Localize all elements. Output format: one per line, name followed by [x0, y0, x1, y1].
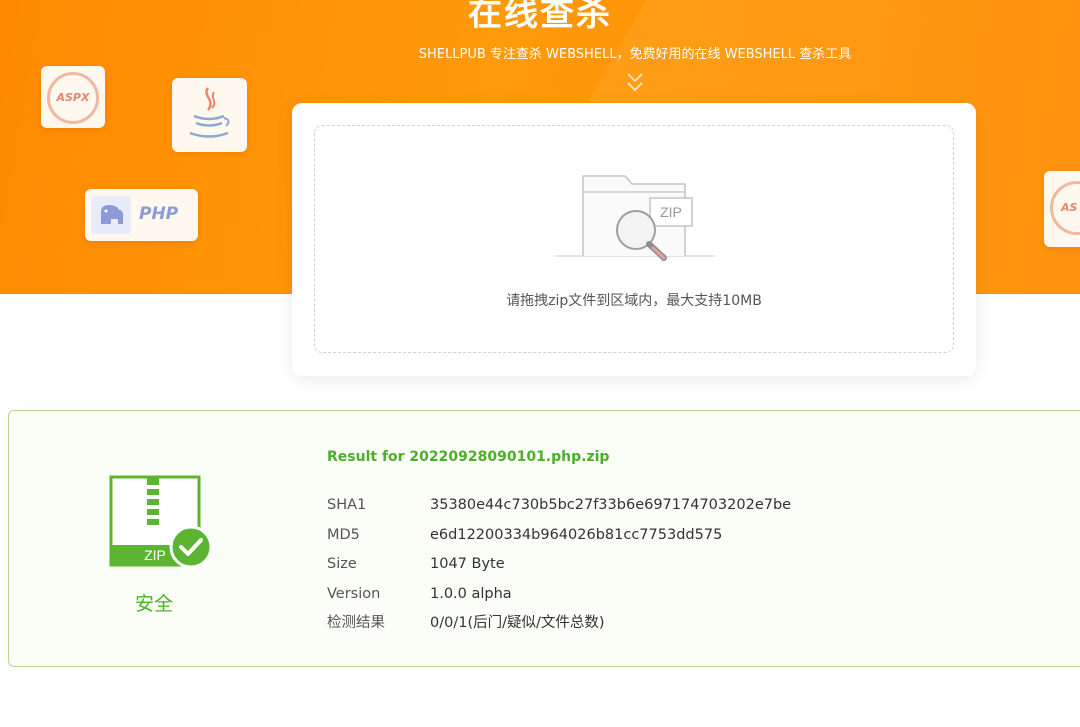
elephant-icon: [91, 196, 131, 234]
zip-folder-search-icon: ZIP: [555, 175, 715, 261]
page-title: 在线查杀: [468, 0, 612, 34]
upload-hint: 请拖拽zip文件到区域内，最大支持10MB: [506, 293, 762, 309]
info-key: MD5: [327, 526, 360, 543]
upload-card: ZIP 请拖拽zip文件到区域内，最大支持10MB: [292, 103, 976, 376]
zip-tag: ZIP: [660, 204, 682, 220]
scan-result-panel: ZIP 安全 Result for 20220928090101.php.zip…: [8, 410, 1080, 667]
info-row-size: Size 1047 Byte: [327, 550, 791, 580]
page-subtitle: SHELLPUB 专注查杀 WEBSHELL，免费好用的在线 WEBSHELL …: [418, 47, 852, 62]
file-dropzone[interactable]: ZIP 请拖拽zip文件到区域内，最大支持10MB: [314, 125, 954, 353]
check-circle-icon: [169, 525, 213, 569]
php-logo: PHP: [85, 189, 198, 241]
java-logo: [172, 78, 247, 152]
info-row-version: Version 1.0.0 alpha: [327, 580, 791, 610]
result-info-table: SHA1 35380e44c730b5bc27f33b6e697174703202…: [327, 491, 791, 639]
result-title: Result for 20220928090101.php.zip: [327, 449, 610, 465]
info-row-md5: MD5 e6d12200334b964026b81cc7753dd575: [327, 521, 791, 551]
aspx-logo: ASPX: [41, 66, 105, 128]
info-value: 1047 Byte: [430, 556, 505, 572]
aspx-logo-right: AS: [1044, 171, 1080, 247]
zip-file-icon: ZIP: [109, 475, 213, 569]
info-key: Version: [327, 585, 381, 602]
java-icon: [189, 87, 230, 138]
info-key: Size: [327, 556, 357, 572]
info-row-sha1: SHA1 35380e44c730b5bc27f33b6e697174703202…: [327, 491, 791, 521]
info-key: SHA1: [327, 497, 367, 513]
status-badge: 安全: [134, 593, 173, 615]
info-value: 0/0/1(后门/疑似/文件总数): [430, 615, 605, 631]
php-badge-label: PHP: [139, 204, 179, 224]
aspx-badge-label-partial: AS: [1050, 181, 1080, 235]
info-row-detection: 检测结果 0/0/1(后门/疑似/文件总数): [327, 609, 791, 639]
zip-file-label: ZIP: [144, 547, 166, 563]
info-key: 检测结果: [327, 615, 385, 631]
info-value: e6d12200334b964026b81cc7753dd575: [430, 526, 723, 543]
aspx-badge-label: ASPX: [47, 72, 99, 124]
info-value: 1.0.0 alpha: [430, 585, 512, 602]
info-value: 35380e44c730b5bc27f33b6e697174703202e7be: [430, 497, 792, 513]
chevron-down-icon: [627, 73, 643, 92]
